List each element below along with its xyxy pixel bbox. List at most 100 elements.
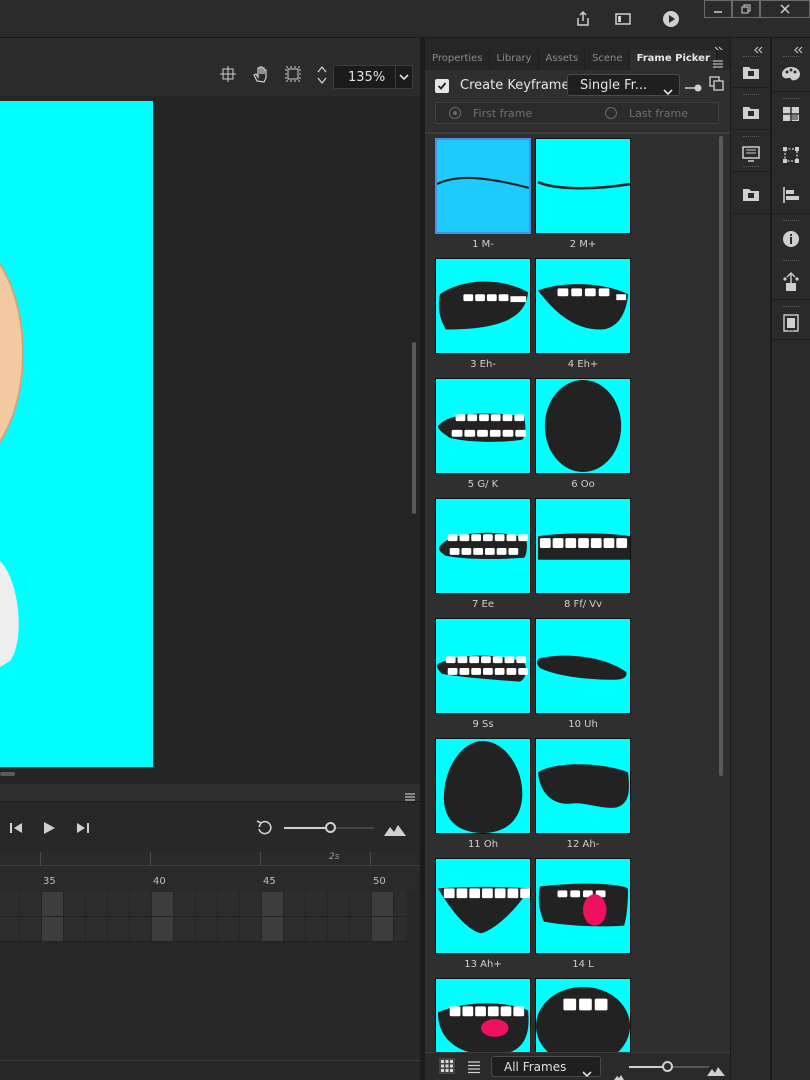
info-icon[interactable] (772, 230, 810, 248)
swatches-icon[interactable] (772, 106, 810, 122)
tab-library[interactable]: Library (490, 50, 539, 70)
components-icon[interactable] (772, 272, 810, 292)
stage-area[interactable] (0, 96, 420, 784)
frame-thumbnail-grid: 1 M- 2 M+ 3 Eh- 4 Eh+ 5 G/ K 6 Oo 7 Ee 8 Ff/ Vv… (425, 132, 730, 1052)
minimize-button[interactable] (704, 0, 732, 18)
mode-select[interactable]: Single Fr... (567, 74, 680, 96)
frame-thumbnail[interactable] (535, 738, 631, 834)
test-movie-icon[interactable] (658, 6, 684, 32)
mouth-shape-image (537, 533, 630, 560)
frame-thumbnail[interactable] (535, 378, 631, 474)
restore-button[interactable] (732, 0, 760, 18)
slider-knob[interactable] (325, 822, 336, 833)
first-frame-radio[interactable] (449, 107, 461, 119)
timeline-footer (0, 1060, 420, 1080)
frame-thumbnail[interactable] (435, 978, 531, 1052)
mouth-shape-image (537, 284, 629, 330)
share-icon[interactable] (570, 6, 596, 32)
stage-canvas[interactable] (0, 101, 153, 767)
list-view-icon[interactable] (467, 1059, 481, 1078)
frame-thumbnail[interactable] (435, 258, 531, 354)
tab-frame-picker[interactable]: Frame Picker (629, 50, 717, 70)
workspace-icon[interactable] (610, 6, 636, 32)
last-frame-label: Last frame (629, 107, 689, 120)
panel-tabs: Properties Library Assets Scene Frame Pi… (425, 50, 730, 70)
dock-group (731, 132, 770, 172)
frame-thumbnail[interactable] (435, 858, 531, 954)
frame-label: 6 Oo (571, 479, 595, 490)
mouth-shape-image (437, 413, 527, 442)
frame-thumbnail[interactable] (435, 618, 531, 714)
create-keyframe-checkbox[interactable] (435, 79, 449, 93)
mouth-shape-image (439, 532, 529, 560)
slider-knob[interactable] (662, 1061, 673, 1072)
frame-thumbnail[interactable] (435, 738, 531, 834)
clip-content-icon[interactable] (285, 66, 301, 86)
zoom-select[interactable]: 135% (333, 65, 413, 89)
frame-thumbnail[interactable] (535, 978, 631, 1052)
loop-icon[interactable] (255, 819, 273, 839)
tab-properties[interactable]: Properties (425, 50, 490, 70)
frame-label: 13 Ah+ (464, 959, 502, 970)
close-button[interactable] (760, 0, 810, 18)
link-icon[interactable] (685, 79, 703, 98)
grid-view-icon[interactable] (439, 1058, 455, 1078)
thumbnail-size-slider[interactable] (629, 1061, 709, 1072)
mouth-shape-image (437, 886, 530, 934)
character-artwork (0, 262, 24, 667)
frame-thumbnail[interactable] (535, 498, 631, 594)
grid-vertical-scrollbar[interactable] (719, 136, 723, 776)
play-icon[interactable] (42, 820, 56, 839)
first-frame-label: First frame (473, 107, 533, 120)
frame-thumbnail[interactable] (435, 378, 531, 474)
step-forward-icon[interactable] (75, 820, 91, 839)
screen-icon[interactable] (731, 146, 770, 162)
frame-thumbnail[interactable] (435, 138, 531, 234)
timeline-header (0, 784, 420, 802)
frame-label: 3 Eh- (470, 359, 496, 370)
stage-toolbar: 135% (0, 38, 420, 96)
tab-scene[interactable]: Scene (585, 50, 630, 70)
transform-icon[interactable] (772, 146, 810, 164)
color-palette-icon[interactable] (772, 66, 810, 82)
assets-folder-icon[interactable] (731, 104, 770, 120)
mouth-shape-image (437, 655, 529, 682)
frame-thumbnail[interactable] (435, 498, 531, 594)
mouth-shape-image (544, 379, 622, 473)
tab-assets[interactable]: Assets (539, 50, 586, 70)
stage-vertical-scrollbar[interactable] (412, 342, 416, 514)
chevron-down-icon (582, 1063, 592, 1080)
frame-thumbnail[interactable] (535, 858, 631, 954)
timeline-ruler[interactable]: 2s 35 40 45 50 (0, 852, 420, 892)
copy-icon[interactable] (709, 76, 725, 96)
frame-thumbnail[interactable] (535, 258, 631, 354)
frame-number: 40 (153, 876, 166, 887)
frame-size-slider[interactable] (284, 822, 374, 833)
step-back-icon[interactable] (8, 820, 24, 839)
dock-group (772, 52, 810, 92)
frame-thumbnail[interactable] (535, 618, 631, 714)
mouth-shape-image (437, 1003, 529, 1052)
frame-number: 50 (373, 876, 386, 887)
chevron-down-icon[interactable] (395, 66, 412, 88)
panel-collapse-bar[interactable] (425, 38, 730, 54)
library-folder-icon[interactable] (731, 64, 770, 80)
dock-group (772, 302, 810, 340)
hand-tool-icon[interactable] (252, 65, 270, 87)
playback-controls (0, 802, 420, 852)
align-icon[interactable] (772, 186, 810, 204)
stage-horizontal-scrollbar[interactable] (0, 772, 15, 776)
frame-thumbnail[interactable] (535, 138, 631, 234)
mouth-shape-image (536, 986, 630, 1052)
frames-filter-select[interactable]: All Frames (491, 1056, 601, 1080)
zoom-stepper-icon[interactable] (316, 64, 328, 90)
scene-folder-icon[interactable] (731, 186, 770, 202)
frame-label: 9 Ss (472, 719, 494, 730)
center-stage-icon[interactable] (220, 66, 236, 86)
frame-option-row: First frame Last frame (435, 102, 719, 124)
timeline-frame-cells[interactable] (0, 892, 406, 942)
last-frame-radio[interactable] (605, 107, 617, 119)
frames-filter-value: All Frames (504, 1060, 567, 1074)
code-snippets-icon[interactable] (772, 314, 810, 332)
create-keyframe-label: Create Keyframe (460, 78, 570, 93)
